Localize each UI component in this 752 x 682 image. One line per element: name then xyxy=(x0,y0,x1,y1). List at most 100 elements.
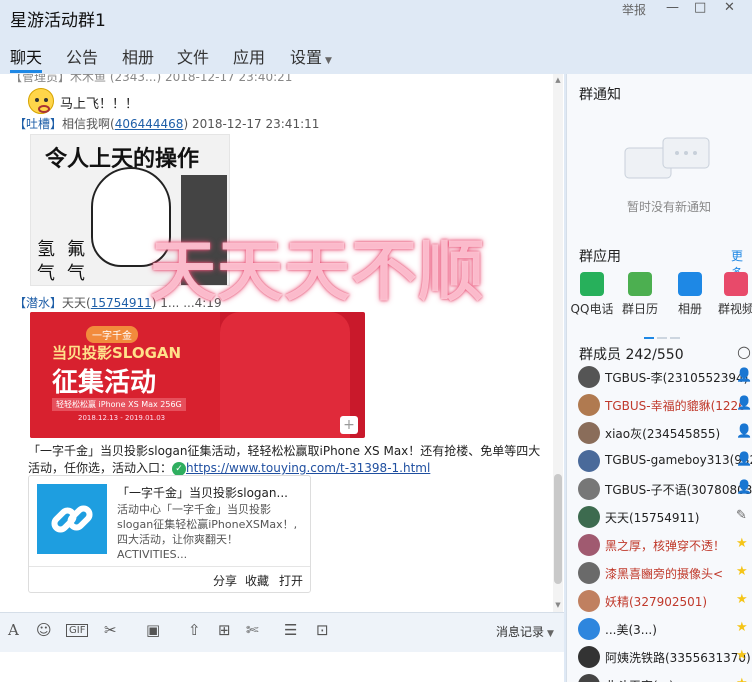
app-qq-call[interactable]: QQ电话 xyxy=(568,272,616,317)
active-tab-indicator xyxy=(10,70,42,73)
message-header-partial: 【管理员】木木鱼 (2343...) 2018-12-17 23:40:21 xyxy=(10,74,293,84)
meme-char: 氢 xyxy=(37,239,55,260)
star-icon: ★ xyxy=(736,676,748,682)
message-history-button[interactable]: 消息记录 ▼ xyxy=(496,623,554,640)
link-icon xyxy=(37,484,107,554)
meme-char: 氟 xyxy=(67,239,85,260)
apps-pager[interactable] xyxy=(644,324,683,343)
member-name: 妖精(327902501) xyxy=(605,595,708,609)
activity-link[interactable]: https://www.touying.com/t-31398-1.html xyxy=(186,461,430,475)
message-history-label: 消息记录 xyxy=(496,625,545,639)
notice-empty-icon xyxy=(624,137,710,179)
member-row[interactable]: TGBUS-李(2310552394) 👤 xyxy=(578,366,752,388)
overlay-text: 天天天不顺 xyxy=(150,233,485,310)
input-toolbar: A ☺ GIF ✂ ▣ ⇧ ⊞ ✄ ☰ ⊡ 消息记录 ▼ xyxy=(0,612,564,652)
promo-banner-image[interactable]: 一字千金 当贝投影SLOGAN 征集活动 轻轻松松赢 iPhone XS Max… xyxy=(30,312,365,438)
tab-album[interactable]: 相册 xyxy=(122,44,154,68)
message-text: 马上飞！！！ xyxy=(60,97,139,112)
share-card[interactable]: 「一字千金」当贝投影slogan... 活动中心「一字千金」当贝投影slogan… xyxy=(28,475,311,593)
member-name: 阿姨洗铁路(3355631370) xyxy=(605,651,751,665)
zoom-plus-icon[interactable]: + xyxy=(340,416,358,434)
star-icon: ★ xyxy=(736,564,748,579)
scroll-up-icon[interactable]: ▲ xyxy=(554,76,562,84)
gift-icon[interactable]: ⊞ xyxy=(218,621,231,639)
phone-icon xyxy=(580,272,604,296)
card-description: 活动中心「一字千金」当贝投影slogan征集轻松赢iPhoneXSMax！,四大… xyxy=(117,503,298,561)
image-icon[interactable]: ▣ xyxy=(146,621,160,639)
star-icon: ★ xyxy=(736,536,748,551)
avatar xyxy=(578,366,600,388)
gif-icon[interactable]: GIF xyxy=(66,624,89,637)
tab-apps[interactable]: 应用 xyxy=(233,44,265,68)
open-button[interactable]: 打开 xyxy=(279,572,303,589)
avatar xyxy=(578,646,600,668)
app-calendar[interactable]: 群日历 xyxy=(616,272,664,317)
document-icon[interactable]: ☰ xyxy=(284,621,297,639)
tab-announcement[interactable]: 公告 xyxy=(66,44,98,68)
avatar xyxy=(578,478,600,500)
screenshot-icon[interactable]: ✂ xyxy=(104,621,117,639)
message-time: 2018-12-17 23:41:11 xyxy=(191,117,320,131)
banner-headline: 征集活动 xyxy=(52,368,157,398)
meme-char: 气 xyxy=(67,263,85,284)
scissors-icon[interactable]: ✄ xyxy=(246,621,259,639)
message-header: 【吐槽】相信我啊(406444468) 2018-12-17 23:41:11 xyxy=(14,117,320,131)
member-row[interactable]: ...美(3...) ★ xyxy=(578,618,752,640)
font-icon[interactable]: A xyxy=(8,621,19,639)
maximize-button[interactable]: □ xyxy=(694,0,706,15)
member-row[interactable]: 黑之厚，核弹穿不透！ ★ xyxy=(578,534,752,556)
member-row[interactable]: 漆黑喜豳旁的摄像头< ★ xyxy=(578,562,752,584)
member-row[interactable]: xiao灰(234545855) 👤 xyxy=(578,422,752,444)
avatar xyxy=(578,394,600,416)
banner-subtitle: 轻轻松松赢 iPhone XS Max 256G xyxy=(52,398,186,411)
upload-icon[interactable]: ⇧ xyxy=(188,621,201,639)
app-album[interactable]: 相册 xyxy=(666,272,714,317)
sender-id[interactable]: 406444468 xyxy=(115,117,184,131)
member-row[interactable]: TGBUS-子不语(30780803 👤 xyxy=(578,478,752,500)
scroll-thumb[interactable] xyxy=(554,474,562,584)
favorite-button[interactable]: 收藏 xyxy=(245,572,269,589)
message-input[interactable] xyxy=(0,652,564,682)
member-role-icon: 👤 xyxy=(736,452,752,467)
sender-name[interactable]: 相信我啊 xyxy=(62,117,110,131)
share-button[interactable]: 分享 xyxy=(213,572,237,589)
emoji-icon[interactable]: ☺ xyxy=(36,621,52,639)
member-role-icon: 👤 xyxy=(736,368,752,383)
avatar xyxy=(578,562,600,584)
verified-icon: ✓ xyxy=(172,461,187,476)
close-button[interactable]: ✕ xyxy=(724,0,735,15)
avatar xyxy=(578,450,600,472)
member-row[interactable]: TGBUS-幸福的貔貅(1226 👤 xyxy=(578,394,752,416)
member-row[interactable]: TGBUS-gameboy313(932 👤 xyxy=(578,450,752,472)
member-row[interactable]: 天天(15754911) ✎ xyxy=(578,506,752,528)
chat-scrollbar[interactable]: ▲ ▼ xyxy=(553,74,563,612)
scroll-down-icon[interactable]: ▼ xyxy=(554,601,562,609)
member-name: TGBUS-幸福的貔貅(1226 xyxy=(605,399,746,413)
remote-icon[interactable]: ⊡ xyxy=(316,621,329,639)
sender-name[interactable]: 天天 xyxy=(62,296,86,310)
tab-files[interactable]: 文件 xyxy=(177,44,209,68)
pager-dot[interactable] xyxy=(657,337,667,339)
banner-tag: 一字千金 xyxy=(86,326,138,343)
report-button[interactable]: 举报 xyxy=(622,1,646,18)
member-name: TGBUS-子不语(30780803 xyxy=(605,483,752,497)
member-row[interactable]: 北斗天宇(...) ★ xyxy=(578,674,752,682)
avatar xyxy=(578,534,600,556)
tab-settings[interactable]: 设置 ▼ xyxy=(290,44,332,68)
member-row[interactable]: 妖精(327902501) ★ xyxy=(578,590,752,612)
minimize-button[interactable]: — xyxy=(666,0,679,15)
video-icon xyxy=(724,272,748,296)
pager-dot[interactable] xyxy=(644,337,654,339)
app-video[interactable]: 群视频 xyxy=(716,272,752,317)
title-bar: 星游活动群1 举报 — □ ✕ xyxy=(0,0,752,36)
star-icon: ★ xyxy=(736,620,748,635)
search-icon[interactable]: ○ xyxy=(737,342,751,361)
pager-dot[interactable] xyxy=(670,337,680,339)
tab-chat[interactable]: 聊天 xyxy=(10,44,42,68)
app-label: 群日历 xyxy=(621,302,658,316)
sender-id[interactable]: 15754911 xyxy=(91,296,152,310)
member-row[interactable]: 阿姨洗铁路(3355631370) ★ xyxy=(578,646,752,668)
tab-settings-label: 设置 xyxy=(290,48,323,67)
tab-bar: 聊天 公告 相册 文件 应用 设置 ▼ xyxy=(0,40,752,74)
notice-title: 群通知 xyxy=(579,87,621,103)
